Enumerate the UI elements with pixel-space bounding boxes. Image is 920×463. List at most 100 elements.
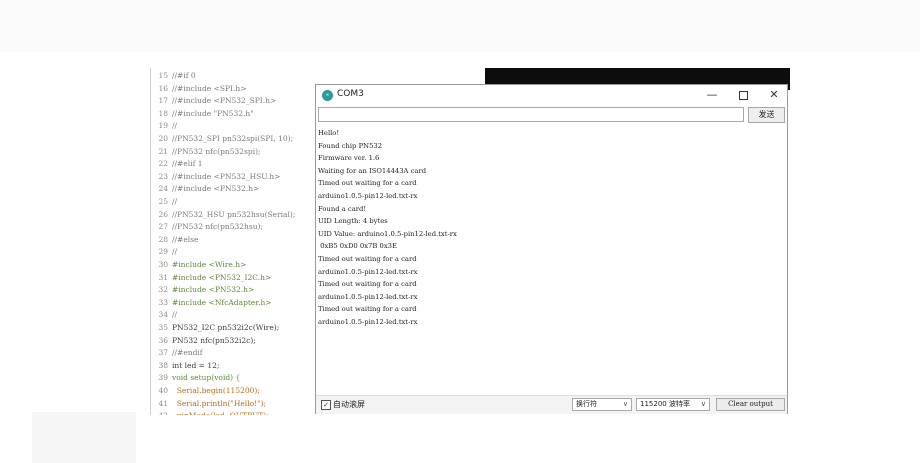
code-text: // (172, 197, 178, 206)
maximize-icon (738, 90, 748, 100)
serial-output[interactable]: Hello! Found chip PN532 Firmware ver. 1.6 W… (318, 125, 785, 395)
code-line: 33 #include <NfcAdapter.h> (150, 297, 271, 310)
output-line: UID Value: arduino1.0.5-pin12-led.txt-rx (318, 229, 457, 238)
code-text: //#elif 1 (172, 159, 203, 169)
code-text: void setup(void) { (172, 373, 241, 383)
code-text: // (172, 310, 178, 320)
code-text: Serial.println("Hello!"); (172, 398, 267, 408)
code-line: 19 // (150, 120, 177, 133)
line-number: 30 (158, 260, 168, 269)
code-text: //PN532 nfc(pn532spi); (172, 146, 261, 156)
code-text: //#else (172, 234, 199, 244)
code-line: 32 #include <PN532.h> (150, 284, 254, 297)
code-line: 40 Serial.begin(115200); (150, 385, 260, 398)
code-text: //#include <SPI.h> (172, 83, 247, 93)
output-line: arduino1.0.5-pin12-led.txt-rx (318, 318, 418, 326)
code-line: 23 //#include <PN532_HSU.h> (150, 171, 280, 184)
line-number: 16 (158, 83, 168, 93)
output-line: Hello! (318, 129, 340, 137)
line-number: 35 (158, 323, 168, 332)
output-line: Found a card! (318, 204, 367, 213)
output-line: arduino1.0.5-pin12-led.txt-rx (318, 267, 418, 276)
line-number: 19 (158, 121, 168, 131)
clear-output-button[interactable]: Clear output (716, 398, 785, 411)
code-text: Serial.begin(115200); (172, 386, 260, 395)
output-line: Found chip PN532 (318, 141, 383, 150)
output-line: Timed out waiting for a card (318, 179, 417, 188)
code-text: //PN532_HSU pn532hsu(Serial); (172, 209, 296, 219)
code-text: //PN532 nfc(pn532hsu); (172, 222, 264, 232)
line-number: 22 (158, 159, 168, 169)
bottom-toolbar: ✓ 自动滚屏 换行符 ∨ 115200 波特率 ∨ Clear output (316, 395, 787, 414)
send-input[interactable] (318, 107, 744, 122)
chevron-down-icon: ∨ (622, 400, 628, 408)
line-number: 28 (158, 234, 168, 244)
line-number: 38 (158, 360, 168, 370)
line-number: 42 (150, 410, 168, 415)
code-line: 25 // (150, 196, 177, 209)
output-line: UID Length: 4 bytes (318, 217, 388, 226)
output-line: arduino1.0.5-pin12-led.txt-rx (318, 292, 418, 301)
line-number: 32 (158, 285, 168, 295)
line-number: 41 (158, 398, 168, 408)
serial-monitor-window: ∞ COM3 — ✕ 发送 Hello! Found chip PN532 Firm… (315, 84, 788, 414)
code-line: 27 //PN532 nfc(pn532hsu); (150, 221, 263, 234)
code-line: 39 void setup(void) { (150, 372, 240, 385)
code-text: //PN532_SPI pn532spi(SPI, 10); (172, 134, 294, 143)
line-number: 36 (158, 335, 168, 345)
line-number: 15 (158, 71, 168, 80)
code-line: 15 //#if 0 (150, 70, 195, 83)
output-line: Timed out waiting for a card (318, 255, 417, 263)
baud-rate-select[interactable]: 115200 波特率 ∨ (636, 398, 710, 411)
code-text: //#include <PN532_SPI.h> (172, 96, 277, 106)
code-line: 24 //#include <PN532.h> (150, 183, 259, 196)
line-number: 40 (158, 386, 168, 395)
output-line: Waiting for an ISO14443A card (318, 166, 427, 175)
line-ending-select[interactable]: 换行符 ∨ (572, 398, 632, 411)
output-line: arduino1.0.5-pin12-led.txt-rx (318, 192, 418, 200)
code-text: // (172, 121, 178, 131)
code-line: 41 Serial.println("Hello!"); (150, 398, 266, 411)
code-line: 34 // (150, 309, 177, 322)
code-text: #include <Wire.h> (172, 260, 247, 269)
code-line: 17 //#include <PN532_SPI.h> (150, 95, 276, 108)
maximize-button[interactable] (733, 87, 753, 103)
code-line: 28 //#else (150, 234, 198, 247)
output-line: 0xB5 0xD0 0x7B 0x3E (318, 242, 397, 251)
line-number: 26 (158, 209, 168, 219)
code-line: 30 #include <Wire.h> (150, 259, 246, 272)
minimize-button[interactable]: — (702, 87, 722, 103)
code-text: //#endif (172, 348, 203, 358)
title-bar[interactable]: ∞ COM3 — ✕ (316, 85, 787, 106)
code-line: 22 //#elif 1 (150, 158, 203, 171)
code-line: 21 //PN532 nfc(pn532spi); (150, 146, 261, 159)
code-line: 20 //PN532_SPI pn532spi(SPI, 10); (150, 133, 293, 146)
line-number: 27 (158, 222, 168, 232)
line-number: 29 (158, 247, 168, 257)
output-line: Firmware ver. 1.6 (318, 154, 380, 163)
line-number: 39 (158, 373, 168, 383)
line-number: 31 (158, 272, 168, 282)
line-number: 34 (158, 310, 168, 320)
line-number: 37 (158, 348, 168, 358)
code-line: 37 //#endif (150, 347, 203, 360)
line-number: 18 (158, 108, 168, 118)
code-line: 38 int led = 12; (150, 360, 219, 373)
code-text: // (172, 247, 178, 257)
close-button[interactable]: ✕ (764, 87, 784, 103)
top-background-band (0, 0, 920, 52)
code-text: PN532_I2C pn532i2c(Wire); (172, 323, 280, 332)
arduino-icon: ∞ (322, 90, 333, 101)
autoscroll-label: 自动滚屏 (333, 400, 365, 409)
send-button[interactable]: 发送 (748, 107, 785, 123)
autoscroll-checkbox[interactable]: ✓ (321, 400, 331, 410)
line-number: 33 (158, 297, 168, 307)
chevron-down-icon: ∨ (700, 400, 706, 408)
code-line: 35 PN532_I2C pn532i2c(Wire); (150, 322, 279, 335)
code-text: //#include <PN532.h> (172, 184, 260, 194)
line-number: 20 (158, 134, 168, 143)
code-line: 36 PN532 nfc(pn532i2c); (150, 335, 255, 348)
code-text: #include <PN532.h> (172, 285, 255, 295)
code-text: //#include "PN532.h" (172, 108, 254, 118)
line-number: 23 (158, 171, 168, 181)
